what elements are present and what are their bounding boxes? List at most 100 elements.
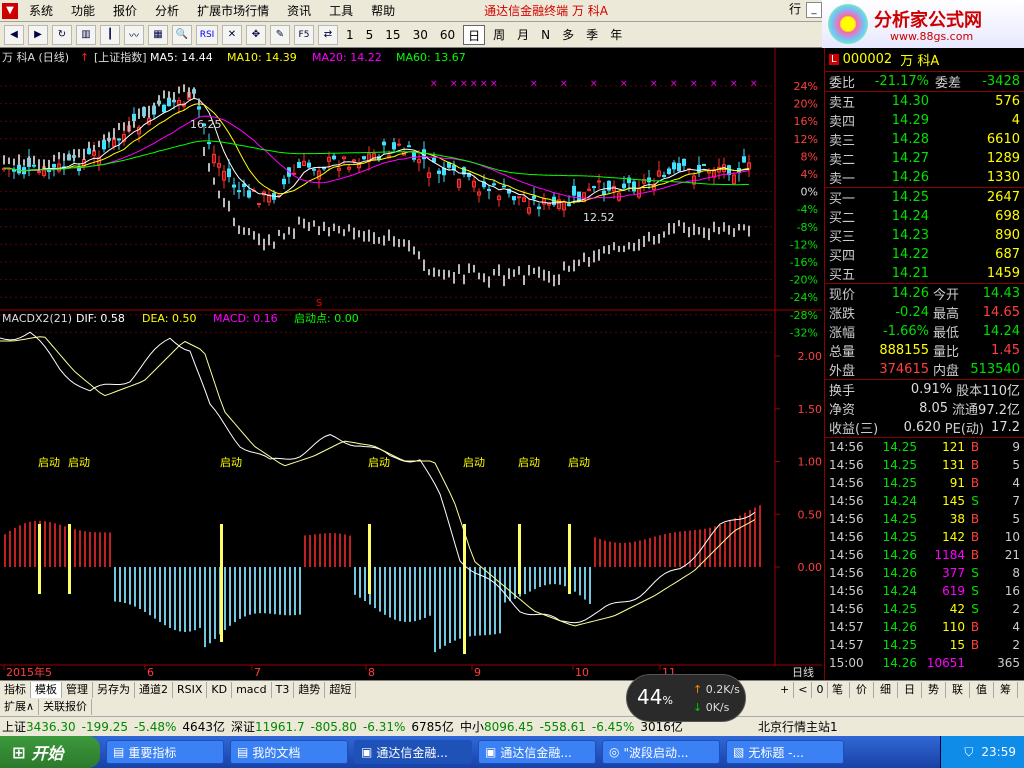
period-year[interactable]: 年	[606, 25, 626, 45]
bid-row[interactable]: 买四 14.22 687	[825, 245, 1024, 264]
quote-tab[interactable]: 筹	[994, 681, 1018, 698]
menu-quote[interactable]: 报价	[104, 2, 146, 19]
period-n[interactable]: N	[537, 25, 554, 45]
macd-bar	[469, 567, 471, 637]
quote-tab[interactable]: 联	[946, 681, 970, 698]
task-my-documents[interactable]: ▤ 我的文档	[230, 740, 348, 764]
index-mark	[433, 267, 435, 277]
indicator-tab[interactable]: T3	[272, 681, 295, 698]
network-speed-widget[interactable]: 44% ↑ 0.2K/s ↓ 0K/s	[626, 674, 746, 722]
menu-right-label[interactable]: 行	[786, 2, 804, 18]
period-month[interactable]: 月	[513, 25, 533, 45]
indicator-tab[interactable]: 模板	[31, 681, 62, 698]
start-signal-bar	[38, 524, 41, 594]
candle-body	[442, 167, 446, 176]
menu-system[interactable]: 系统	[20, 2, 62, 19]
period-60min[interactable]: 60	[436, 25, 459, 45]
bid-row[interactable]: 买二 14.24 698	[825, 207, 1024, 226]
macd-tick-label: 0.00	[798, 561, 823, 574]
scroll-left-button[interactable]: <	[794, 681, 813, 698]
kline-icon[interactable]: ┃	[100, 24, 120, 45]
bid-row[interactable]: 买五 14.21 1459	[825, 264, 1024, 283]
expand-button[interactable]: 扩展∧	[0, 699, 40, 715]
f5-icon[interactable]: F5	[294, 24, 314, 45]
candle-body	[227, 168, 231, 178]
period-multi[interactable]: 多	[558, 25, 578, 45]
menu-news[interactable]: 资讯	[278, 2, 320, 19]
chart-svg[interactable]: 24% 20% 16% 12% 8% 4% 0% -4% -8% -12% -16% -20% -24%…	[0, 48, 822, 680]
indicator-tab[interactable]: 超短	[325, 681, 357, 698]
period-1min[interactable]: 1	[342, 25, 358, 45]
menu-analysis[interactable]: 分析	[146, 2, 188, 19]
rsi-icon[interactable]: RSI	[196, 24, 218, 45]
minimize-button[interactable]: _	[806, 2, 822, 18]
quote-tab[interactable]: 细	[874, 681, 898, 698]
menu-help[interactable]: 帮助	[362, 2, 404, 19]
ask-row[interactable]: 卖四 14.29 4	[825, 111, 1024, 130]
app-icon[interactable]: ▼	[2, 2, 18, 19]
move-icon[interactable]: ✥	[246, 24, 266, 45]
zoom-icon[interactable]: 🔍	[172, 24, 192, 45]
ask-row[interactable]: 卖五 14.30 576	[825, 92, 1024, 111]
macd-bar	[404, 567, 406, 622]
macd-bar	[759, 505, 761, 567]
indicator-tab[interactable]: KD	[207, 681, 233, 698]
forward-icon[interactable]: ▶	[28, 24, 48, 45]
period-week[interactable]: 周	[489, 25, 509, 45]
start-button[interactable]: ⊞ 开始	[0, 736, 100, 768]
server-name[interactable]: 北京行情主站1	[758, 718, 838, 735]
indicator-tab[interactable]: 另存为	[93, 681, 135, 698]
grid-icon[interactable]: ▦	[148, 24, 168, 45]
legend-macdx2: MACDX2(21)	[2, 312, 72, 325]
task-important-indicators[interactable]: ▤ 重要指标	[106, 740, 224, 764]
app-icon: ▣	[485, 745, 497, 759]
period-day[interactable]: 日	[463, 24, 486, 45]
ask-row[interactable]: 卖一 14.26 1330	[825, 168, 1024, 187]
draw-icon[interactable]: ✎	[270, 24, 290, 45]
period-5min[interactable]: 5	[362, 25, 378, 45]
quote-tab[interactable]: 值	[970, 681, 994, 698]
index-mark	[273, 241, 275, 249]
menu-function[interactable]: 功能	[62, 2, 104, 19]
indicator-tab[interactable]: macd	[232, 681, 272, 698]
tick-row: 14:56 14.25 38 B 5	[825, 510, 1024, 528]
task-band-start[interactable]: ◎ "波段启动...	[602, 740, 720, 764]
macd-bar	[329, 533, 331, 567]
switch-icon[interactable]: ⇄	[318, 24, 338, 45]
period-30min[interactable]: 30	[409, 25, 432, 45]
indicator-tab[interactable]: 指标	[0, 681, 31, 698]
bar-icon[interactable]: ▥	[76, 24, 96, 45]
ask-row[interactable]: 卖三 14.28 6610	[825, 130, 1024, 149]
back-icon[interactable]: ◀	[4, 24, 24, 45]
macd-bar	[714, 526, 716, 567]
menu-extended-market[interactable]: 扩展市场行情	[188, 2, 278, 19]
app-icon: ▣	[361, 745, 373, 759]
tick-time: 14:57	[829, 620, 864, 634]
refresh-icon[interactable]: ↻	[52, 24, 72, 45]
task-tdx-1[interactable]: ▣ 通达信金融...	[354, 740, 472, 764]
linked-quote-button[interactable]: 关联报价	[39, 699, 93, 715]
menu-tools[interactable]: 工具	[320, 2, 362, 19]
task-tdx-2[interactable]: ▣ 通达信金融...	[478, 740, 596, 764]
bid-row[interactable]: 买一 14.25 2647	[825, 188, 1024, 207]
zoom-in-button[interactable]: +	[776, 681, 795, 698]
period-15min[interactable]: 15	[381, 25, 404, 45]
period-quarter[interactable]: 季	[582, 25, 602, 45]
indicator-tab[interactable]: 趋势	[294, 681, 326, 698]
indicator-tab[interactable]: 通道2	[135, 681, 173, 698]
quote-tab[interactable]: 势	[922, 681, 946, 698]
task-untitled[interactable]: ▧ 无标题 -...	[726, 740, 844, 764]
quote-tab[interactable]: 日	[898, 681, 922, 698]
quote-tab[interactable]: 价	[850, 681, 874, 698]
indicator-tab[interactable]: 管理	[62, 681, 93, 698]
index-mark	[258, 233, 260, 246]
chart-area[interactable]: 24% 20% 16% 12% 8% 4% 0% -4% -8% -12% -16% -20% -24%…	[0, 48, 822, 680]
tick-side: S	[971, 602, 979, 616]
quote-tab[interactable]: 笔	[826, 681, 850, 698]
indicator-tab[interactable]: RSIX	[173, 681, 208, 698]
cross-icon[interactable]: ✕	[222, 24, 242, 45]
ask-row[interactable]: 卖二 14.27 1289	[825, 149, 1024, 168]
line-icon[interactable]: 〰	[124, 24, 144, 45]
candle-body	[512, 196, 516, 201]
bid-row[interactable]: 买三 14.23 890	[825, 226, 1024, 245]
